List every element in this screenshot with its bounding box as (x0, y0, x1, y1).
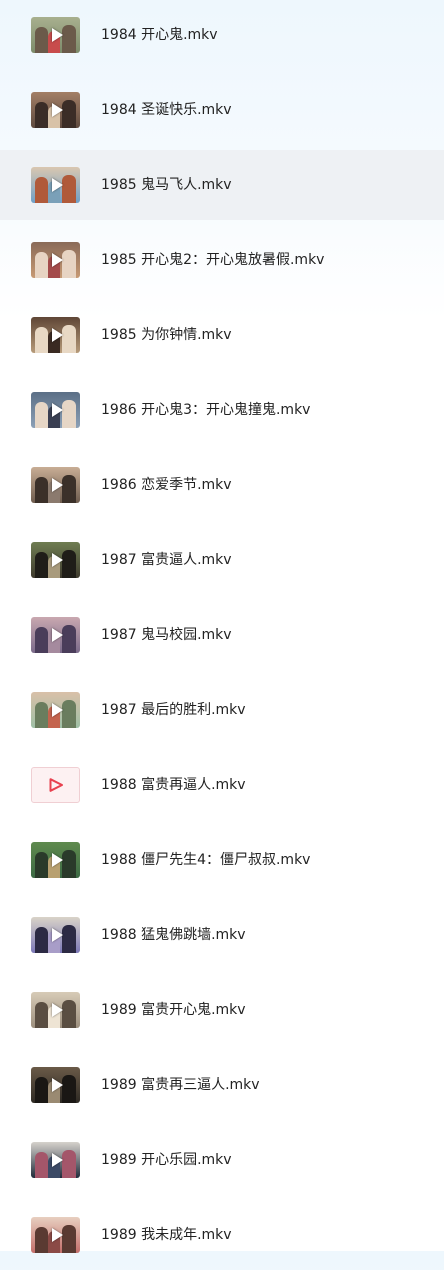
video-thumbnail-icon (31, 917, 80, 953)
video-thumbnail-icon (31, 167, 80, 203)
play-icon (51, 628, 63, 642)
video-thumbnail-icon (31, 467, 80, 503)
file-row[interactable]: 1988 猛鬼佛跳墙.mkv (0, 900, 444, 970)
video-thumbnail-icon (31, 1217, 80, 1253)
video-thumbnail-icon (31, 692, 80, 728)
file-name: 1987 鬼马校园.mkv (101, 627, 232, 643)
file-name: 1985 鬼马飞人.mkv (101, 177, 232, 193)
file-row[interactable]: 1985 鬼马飞人.mkv (0, 150, 444, 220)
video-thumbnail-icon (31, 92, 80, 128)
file-row[interactable]: 1984 圣诞快乐.mkv (0, 75, 444, 145)
file-row[interactable]: 1989 富贵开心鬼.mkv (0, 975, 444, 1045)
play-icon (51, 1228, 63, 1242)
file-name: 1988 猛鬼佛跳墙.mkv (101, 927, 246, 943)
file-row[interactable]: 1987 鬼马校园.mkv (0, 600, 444, 670)
play-icon (51, 103, 63, 117)
video-thumbnail-icon (31, 992, 80, 1028)
play-icon (51, 853, 63, 867)
play-icon (51, 403, 63, 417)
play-icon (51, 28, 63, 42)
play-icon (51, 1003, 63, 1017)
file-row[interactable]: 1985 为你钟情.mkv (0, 300, 444, 370)
video-thumbnail-icon (31, 542, 80, 578)
file-row[interactable]: 1985 开心鬼2：开心鬼放暑假.mkv (0, 225, 444, 295)
video-thumbnail-icon (31, 17, 80, 53)
video-thumbnail-icon (31, 317, 80, 353)
file-name: 1984 圣诞快乐.mkv (101, 102, 232, 118)
play-icon (51, 703, 63, 717)
file-list: 1984 开心鬼.mkv 1984 圣诞快乐.mkv 1985 鬼马飞人.mkv 19… (0, 0, 444, 1253)
file-row[interactable]: 1986 开心鬼3：开心鬼撞鬼.mkv (0, 375, 444, 445)
video-placeholder-icon (31, 767, 80, 803)
video-thumbnail-icon (31, 617, 80, 653)
video-thumbnail-icon (31, 242, 80, 278)
file-row[interactable]: 1986 恋爱季节.mkv (0, 450, 444, 520)
file-name: 1987 富贵逼人.mkv (101, 552, 232, 568)
play-icon (51, 553, 63, 567)
play-icon (51, 178, 63, 192)
file-row[interactable]: 1989 富贵再三逼人.mkv (0, 1050, 444, 1120)
file-name: 1988 僵尸先生4：僵尸叔叔.mkv (101, 852, 311, 868)
file-name: 1984 开心鬼.mkv (101, 27, 218, 43)
file-name: 1985 为你钟情.mkv (101, 327, 232, 343)
play-icon (51, 1078, 63, 1092)
file-name: 1989 我未成年.mkv (101, 1227, 232, 1243)
file-name: 1986 开心鬼3：开心鬼撞鬼.mkv (101, 402, 311, 418)
video-thumbnail-icon (31, 1142, 80, 1178)
file-name: 1986 恋爱季节.mkv (101, 477, 232, 493)
play-icon (51, 928, 63, 942)
file-name: 1987 最后的胜利.mkv (101, 702, 246, 718)
file-row[interactable]: 1984 开心鬼.mkv (0, 0, 444, 70)
play-icon (51, 1153, 63, 1167)
file-row[interactable]: 1989 开心乐园.mkv (0, 1125, 444, 1195)
file-name: 1989 富贵开心鬼.mkv (101, 1002, 246, 1018)
file-row[interactable]: 1987 最后的胜利.mkv (0, 675, 444, 745)
file-name: 1989 富贵再三逼人.mkv (101, 1077, 260, 1093)
play-icon (49, 778, 63, 792)
file-row[interactable]: 1989 我未成年.mkv (0, 1200, 444, 1270)
file-row[interactable]: 1988 僵尸先生4：僵尸叔叔.mkv (0, 825, 444, 895)
file-name: 1988 富贵再逼人.mkv (101, 777, 246, 793)
play-icon (51, 328, 63, 342)
play-icon (51, 253, 63, 267)
play-icon (51, 478, 63, 492)
file-name: 1985 开心鬼2：开心鬼放暑假.mkv (101, 252, 325, 268)
file-row[interactable]: 1988 富贵再逼人.mkv (0, 750, 444, 820)
video-thumbnail-icon (31, 392, 80, 428)
video-thumbnail-icon (31, 842, 80, 878)
video-thumbnail-icon (31, 1067, 80, 1103)
file-name: 1989 开心乐园.mkv (101, 1152, 232, 1168)
file-row[interactable]: 1987 富贵逼人.mkv (0, 525, 444, 595)
